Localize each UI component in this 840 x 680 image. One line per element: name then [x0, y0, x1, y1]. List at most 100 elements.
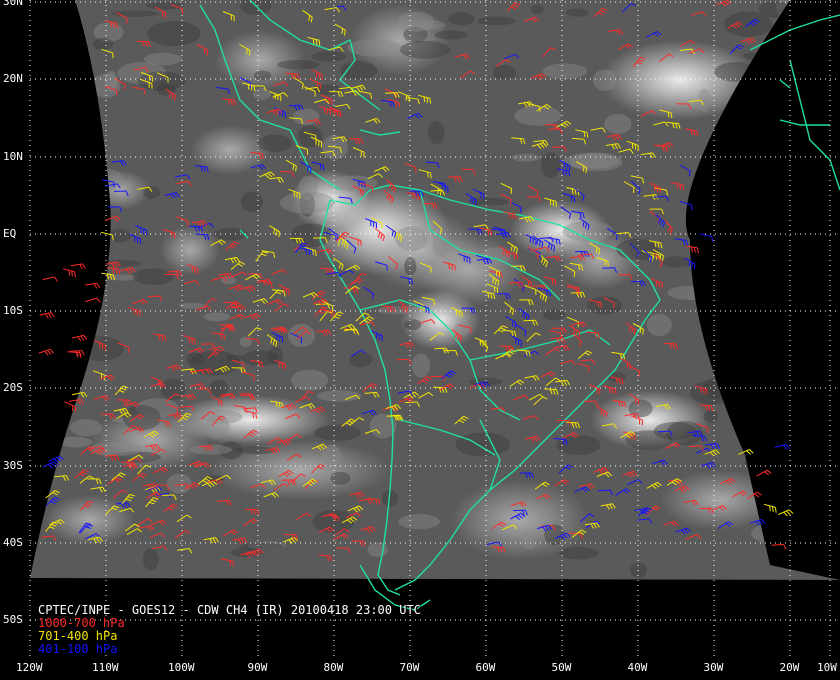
cloud-texture [717, 254, 768, 269]
cloud-texture [566, 8, 589, 17]
cloud-texture [411, 353, 431, 378]
cloud-texture [339, 61, 378, 80]
cloud-texture [556, 435, 601, 455]
cloud-texture [132, 268, 174, 285]
cloud-texture [783, 370, 803, 391]
cloud-texture [397, 11, 435, 32]
cloud-texture [75, 336, 125, 362]
cloud-texture [257, 134, 293, 153]
wind-barb [64, 401, 76, 413]
cloud-texture [700, 264, 724, 283]
cloud-texture [747, 454, 801, 466]
cloud-texture [321, 444, 342, 467]
cloud-texture [455, 432, 511, 457]
cloud-texture [587, 296, 623, 315]
wind-barb [39, 312, 55, 319]
longitude-label: 20W [779, 661, 800, 674]
cloud-texture [367, 542, 388, 557]
cloud-texture [186, 352, 204, 365]
cloud-mass [160, 225, 220, 275]
cloud-texture [349, 352, 373, 368]
cloud-texture [347, 39, 402, 57]
cloud-texture [492, 65, 516, 81]
cloud-mass [170, 395, 330, 445]
cloud-texture [399, 40, 451, 59]
wind-barb [38, 348, 55, 356]
cloud-texture [395, 226, 428, 252]
cloud-texture [563, 153, 619, 169]
wind-barb [70, 263, 86, 270]
map-caption: CPTEC/INPE - GOES12 - CDW CH4 (IR) 20100… [38, 604, 421, 656]
longitude-label: 60W [475, 661, 496, 674]
latitude-label: 10N [3, 150, 23, 163]
wind-barb [85, 297, 101, 303]
latitude-label: 20S [3, 381, 23, 394]
wind-barb [763, 503, 777, 513]
cloud-texture [477, 16, 516, 26]
cloud-texture [767, 256, 819, 274]
cloud-texture [703, 195, 727, 207]
cloud-texture [252, 87, 271, 100]
cloud-texture [448, 12, 475, 26]
cloud-texture [729, 92, 750, 109]
cloud-texture [542, 309, 566, 321]
cloud-texture [240, 191, 264, 212]
cloud-texture [58, 436, 93, 448]
wind-barb [756, 469, 772, 477]
cloud-texture [736, 168, 787, 188]
cloud-texture [166, 473, 192, 494]
cloud-texture [66, 143, 101, 160]
cloud-texture [277, 59, 320, 70]
latitude-label: 30N [3, 0, 23, 8]
cloud-texture [147, 20, 201, 47]
cloud-texture [88, 442, 142, 457]
wind-barb [85, 282, 101, 289]
cloud-texture [404, 257, 417, 276]
latitude-label: 30S [3, 459, 23, 472]
wind-barb [774, 443, 791, 450]
cloud-texture [290, 223, 332, 247]
wind-barb [71, 334, 88, 342]
cloud-texture [750, 182, 782, 199]
cloud-texture [46, 279, 78, 297]
cloud-texture [592, 69, 617, 91]
cloud-texture [292, 108, 320, 125]
cloud-texture [108, 228, 131, 243]
cloud-texture [30, 202, 65, 218]
cloud-texture [743, 52, 771, 60]
cloud-texture [521, 531, 537, 550]
legend-high-level: 401-100 hPa [38, 642, 118, 656]
cloud-texture [707, 306, 764, 326]
cloud-texture [780, 145, 795, 167]
cloud-texture [279, 191, 335, 214]
cloud-texture [661, 256, 693, 268]
cloud-texture [772, 354, 796, 366]
cloud-texture [434, 30, 467, 40]
wind-barb [67, 351, 82, 358]
cloud-texture [122, 404, 161, 431]
cloud-texture [559, 546, 599, 560]
cloud-texture [203, 312, 231, 322]
longitude-label: 110W [92, 661, 119, 674]
cloud-texture [700, 246, 716, 255]
cloud-texture [225, 354, 245, 362]
longitude-label: 30W [703, 661, 724, 674]
longitude-label: 120W [16, 661, 43, 674]
cloud-texture [428, 120, 445, 145]
cloud-texture [398, 514, 441, 530]
coastline [779, 79, 791, 89]
cloud-texture [242, 350, 279, 366]
longitude-label: 100W [168, 661, 195, 674]
cloud-texture [689, 380, 734, 405]
cloud-texture [377, 306, 420, 315]
longitude-label: 70W [399, 661, 420, 674]
cloud-texture [646, 313, 672, 337]
cloud-texture [542, 63, 588, 80]
cloud-texture [92, 37, 114, 51]
wind-barb [778, 509, 794, 517]
cloud-texture [30, 173, 55, 197]
wind-barb [771, 543, 787, 550]
latitude-label: 20N [3, 72, 23, 85]
longitude-label: 90W [247, 661, 268, 674]
cloud-texture [696, 231, 731, 252]
